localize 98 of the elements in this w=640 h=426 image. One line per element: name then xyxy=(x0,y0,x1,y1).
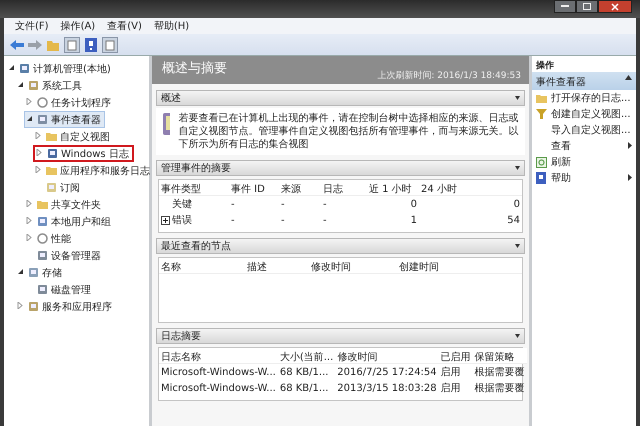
menu-item[interactable]: 文件(F) xyxy=(10,19,54,33)
table-cell-text: - xyxy=(322,214,328,228)
table-cell-text: 0 xyxy=(512,198,521,212)
overview-text: 若要查看已在计算机上出现的事件，请在控制台树中选择相应的来源、日志或自定义视图节点。管理事件自定义视图包括所有管理事件，而与来源无关。以下所示为所有日志的集合视图 xyxy=(178,112,519,151)
document-icon xyxy=(46,182,57,193)
minimize-button[interactable] xyxy=(554,0,576,13)
collapse-icon[interactable] xyxy=(515,244,520,248)
table-cell-text: 根据需要覆 xyxy=(474,366,526,380)
tree-item[interactable]: 设备管理器 xyxy=(24,247,105,264)
table-cell-text: 68 KB/1... xyxy=(278,366,330,380)
expand-icon[interactable] xyxy=(161,216,170,224)
tree-item[interactable]: 自定义视图 xyxy=(33,128,114,145)
event-viewer-icon xyxy=(162,112,170,138)
action-item[interactable]: 导入自定义视图... xyxy=(532,122,636,138)
submenu-arrow-icon xyxy=(628,142,632,148)
section-header[interactable]: 管理事件的摘要 xyxy=(156,160,525,176)
tree-item[interactable]: 事件查看器 xyxy=(24,111,105,128)
help-icon xyxy=(536,172,546,184)
tree-item[interactable]: 存储 xyxy=(15,264,66,281)
viewer-icon xyxy=(37,114,48,125)
close-button[interactable] xyxy=(598,0,632,13)
table-cell-text: - xyxy=(230,198,236,212)
help-icon[interactable] xyxy=(84,36,98,52)
tree-item[interactable]: 服务和应用程序 xyxy=(15,298,116,315)
maximize-icon xyxy=(583,3,591,10)
tree-item[interactable]: 系统工具 xyxy=(15,77,86,94)
action-item[interactable]: 刷新 xyxy=(532,154,636,170)
collapse-icon[interactable] xyxy=(17,81,24,88)
device-icon xyxy=(37,284,48,295)
action-item[interactable]: 创建自定义视图... xyxy=(532,106,636,122)
section-header[interactable]: 概述 xyxy=(156,90,525,106)
table-cell-text: 根据需要覆 xyxy=(474,382,526,396)
computer-icon xyxy=(19,63,30,74)
action-item[interactable]: 打开保存的日志... xyxy=(532,90,636,106)
table-cell-text: 启用 xyxy=(440,366,462,380)
actions-group-header[interactable]: 事件查看器 xyxy=(532,72,636,90)
menu-item[interactable]: 查看(V) xyxy=(102,19,147,33)
folder-icon xyxy=(37,199,48,210)
collapse-icon[interactable] xyxy=(515,166,520,170)
table-cell-text: 68 KB/1... xyxy=(278,382,330,396)
table-cell-text: 启用 xyxy=(440,382,462,396)
table-cell-text: 54 xyxy=(506,214,521,228)
toolbox-icon xyxy=(28,80,39,91)
table-cell-text: - xyxy=(322,198,328,212)
folder-icon xyxy=(536,94,547,102)
column-header[interactable]: 保留策略 xyxy=(472,348,527,364)
collapse-icon[interactable] xyxy=(515,334,520,338)
tree-item[interactable]: 任务计划程序 xyxy=(24,94,115,111)
refresh-icon xyxy=(536,156,547,168)
action-item[interactable]: 帮助 xyxy=(532,170,636,186)
collapse-icon[interactable] xyxy=(515,96,520,100)
clock-icon xyxy=(37,233,48,244)
section-header[interactable]: 最近查看的节点 xyxy=(156,238,525,254)
submenu-arrow-icon xyxy=(628,174,632,180)
folder-icon xyxy=(46,131,57,142)
pane-icon[interactable] xyxy=(64,36,80,52)
collapse-icon[interactable] xyxy=(17,268,24,275)
log-icon xyxy=(47,148,58,159)
pane-icon[interactable] xyxy=(102,36,118,52)
back-arrow-icon[interactable] xyxy=(10,38,24,50)
table-cell-text: Microsoft-Windows-W... xyxy=(160,366,277,380)
table-cell-text: 0 xyxy=(410,198,418,212)
tree-item[interactable]: 订阅 xyxy=(33,179,84,196)
tree-item[interactable]: 共享文件夹 xyxy=(24,196,105,213)
menu-item[interactable]: 操作(A) xyxy=(56,19,100,33)
action-item[interactable]: 查看 xyxy=(532,138,636,154)
storage-icon xyxy=(28,267,39,278)
table-cell-text: 1 xyxy=(410,214,418,228)
tree-item[interactable]: 性能 xyxy=(24,230,75,247)
users-icon xyxy=(37,216,48,227)
tree-item[interactable]: 应用程序和服务日志 xyxy=(33,162,154,179)
table-cell-text: - xyxy=(280,214,286,228)
table-cell-text: - xyxy=(230,214,236,228)
collapse-icon[interactable] xyxy=(625,75,632,80)
collapse-icon[interactable] xyxy=(26,115,33,122)
tree-item[interactable]: 计算机管理(本地) xyxy=(6,60,115,77)
collapse-icon[interactable] xyxy=(8,64,15,71)
table-cell-text: - xyxy=(280,198,286,212)
toolbox-icon xyxy=(28,301,39,312)
folder-icon xyxy=(46,165,57,176)
tree-item[interactable]: 本地用户和组 xyxy=(24,213,115,230)
minimize-icon xyxy=(561,5,569,8)
table-cell: 错误 xyxy=(159,212,229,228)
section-header[interactable]: 日志摘要 xyxy=(156,328,525,344)
table-cell-text: Microsoft-Windows-W... xyxy=(160,382,277,396)
page-header: 概述与摘要 上次刷新时间: 2016/1/3 18:49:53 xyxy=(152,56,529,84)
actions-title: 操作 xyxy=(535,60,555,72)
table-cell-text: 2016/7/25 17:24:54 xyxy=(336,366,438,380)
filter-icon xyxy=(536,109,547,119)
table-cell-text: 2013/3/15 18:03:28 xyxy=(336,382,438,396)
device-icon xyxy=(37,250,48,261)
tree-item[interactable]: Windows 日志 xyxy=(33,145,134,162)
tree-item[interactable]: 磁盘管理 xyxy=(24,281,95,298)
table-cell-text: 关键 xyxy=(171,198,193,212)
menu-item[interactable]: 帮助(H) xyxy=(148,19,194,33)
maximize-button[interactable] xyxy=(576,0,598,13)
close-icon xyxy=(611,2,619,10)
clock-icon xyxy=(37,97,48,108)
